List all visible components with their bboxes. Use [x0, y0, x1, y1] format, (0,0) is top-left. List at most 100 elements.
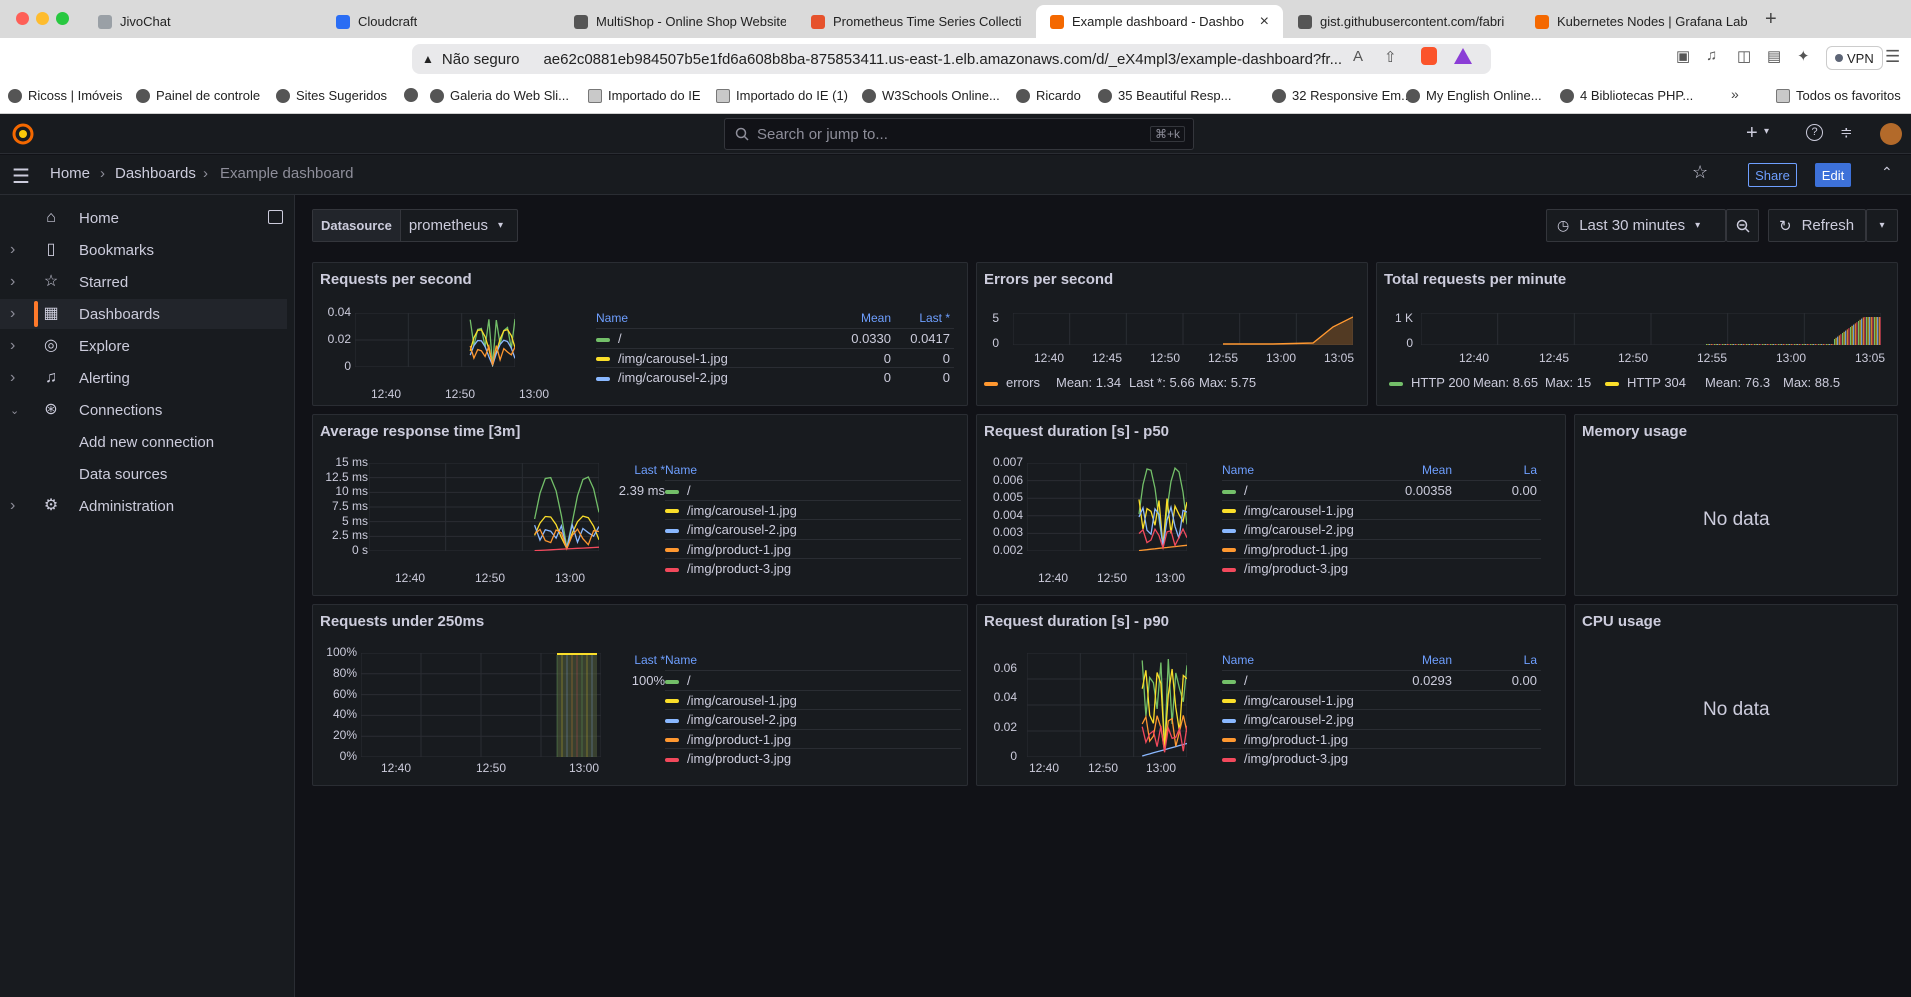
zoom-out-button[interactable] [1726, 209, 1759, 242]
browser-tab[interactable]: gist.githubusercontent.com/fabri [1284, 5, 1524, 38]
share-button[interactable]: Share [1748, 163, 1797, 187]
time-picker[interactable]: ◷ Last 30 minutes ▾ [1546, 209, 1726, 242]
legend-header[interactable]: La [1477, 653, 1537, 667]
sidebar-item-connections[interactable]: ⌄ ⊛ Connections [0, 395, 287, 425]
extensions-icon[interactable]: ▣ [1676, 47, 1690, 65]
edit-button[interactable]: Edit [1815, 163, 1851, 187]
legend-series[interactable]: /img/carousel-2.jpg [665, 522, 797, 537]
legend-series[interactable]: /img/carousel-1.jpg [1222, 693, 1354, 708]
legend-series[interactable]: /img/product-1.jpg [1222, 542, 1348, 557]
legend-series[interactable]: /img/product-1.jpg [1222, 732, 1348, 747]
legend-series[interactable]: /img/product-1.jpg [665, 542, 791, 557]
chevron-right-icon[interactable]: › [10, 305, 15, 323]
legend-header[interactable]: Mean [831, 311, 891, 325]
vpn-button[interactable]: VPN [1826, 46, 1883, 70]
panel-avg[interactable]: Average response time [3m] 15 ms 12.5 ms 10… [312, 414, 968, 596]
avatar[interactable] [1880, 123, 1902, 145]
legend-series[interactable]: HTTP 200 [1389, 375, 1470, 390]
maximize-window-button[interactable] [56, 12, 69, 25]
legend-series[interactable]: /img/product-3.jpg [1222, 751, 1348, 766]
legend-series[interactable]: /img/carousel-2.jpg [665, 712, 797, 727]
chevron-down-icon[interactable]: ▾ [1764, 126, 1769, 137]
legend-header[interactable]: Last * [605, 653, 665, 667]
legend-series[interactable]: /img/carousel-2.jpg [1222, 522, 1354, 537]
sidebar-item-bookmarks[interactable]: › ▯ Bookmarks [0, 235, 287, 265]
panel-cpu[interactable]: CPU usage No data [1574, 604, 1898, 786]
panel-rps[interactable]: Requests per second 0.04 0.02 0 12:40 12:50 13… [312, 262, 968, 406]
legend-header[interactable]: Name [1222, 653, 1254, 667]
browser-tab[interactable]: Kubernetes Nodes | Grafana Labs [1521, 5, 1761, 38]
bookmark-item[interactable]: Importado do IE [588, 88, 701, 103]
legend-header[interactable]: Name [596, 311, 628, 325]
bookmark-item[interactable]: 4 Bibliotecas PHP... [1560, 88, 1693, 103]
legend-series[interactable]: /img/carousel-1.jpg [665, 693, 797, 708]
datasource-select[interactable]: prometheus ▾ [401, 210, 503, 241]
url-field[interactable]: ▲ Não seguro ae62c0881eb984507b5e1fd6a60… [412, 44, 1491, 74]
refresh-interval-picker[interactable]: ▾ [1866, 209, 1898, 242]
brave-shield-icon[interactable] [1421, 47, 1437, 65]
translate-icon[interactable]: A [1353, 48, 1363, 65]
legend-series[interactable]: /img/product-1.jpg [665, 732, 791, 747]
sidebar-item-data-sources[interactable]: Data sources [0, 459, 287, 489]
browser-tab[interactable]: JivoChat [84, 5, 324, 38]
more-bookmarks-chevron-icon[interactable]: » [1731, 86, 1739, 102]
bookmark-item[interactable]: 35 Beautiful Resp... [1098, 88, 1231, 103]
legend-series[interactable]: HTTP 304 [1605, 375, 1686, 390]
bookmark-item[interactable]: Painel de controle [136, 88, 260, 103]
legend-series[interactable]: /img/carousel-1.jpg [596, 351, 728, 366]
bookmark-item[interactable]: Importado do IE (1) [716, 88, 848, 103]
bookmark-item[interactable]: W3Schools Online... [862, 88, 1000, 103]
mark-favorite-star-icon[interactable]: ☆ [1692, 162, 1708, 183]
share-page-icon[interactable]: ⇧ [1384, 48, 1397, 66]
sidebar-item-home[interactable]: ⌂ Home [0, 203, 287, 233]
sidebar-item-add-new-connection[interactable]: Add new connection [0, 427, 287, 457]
legend-header[interactable]: Name [1222, 463, 1254, 477]
chevron-right-icon[interactable]: › [10, 337, 15, 355]
legend-header[interactable]: Last * [890, 311, 950, 325]
legend-series[interactable]: /img/carousel-1.jpg [665, 503, 797, 518]
collapse-chevron-up-icon[interactable]: ⌃ [1881, 164, 1893, 181]
bookmark-item[interactable]: My English Online... [1406, 88, 1542, 103]
sidebar-item-explore[interactable]: › ◎ Explore [0, 331, 287, 361]
legend-series[interactable]: /img/product-3.jpg [665, 561, 791, 576]
chevron-right-icon[interactable]: › [10, 497, 15, 515]
legend-header[interactable]: Last * [605, 463, 665, 477]
menu-toggle-icon[interactable]: ☰ [12, 164, 30, 189]
browser-tab[interactable]: Prometheus Time Series Collecti [797, 5, 1037, 38]
bookmark-item[interactable]: 32 Responsive Em... [1272, 88, 1412, 103]
sidebar-item-dashboards[interactable]: › ▦ Dashboards [0, 299, 287, 329]
sidebar-toggle-icon[interactable]: ◫ [1737, 47, 1751, 65]
bookmark-item[interactable]: Todos os favoritos [1776, 88, 1901, 103]
panel-trpm[interactable]: Total requests per minute 1 K 0 12:40 12:45 1… [1376, 262, 1898, 406]
browser-tab[interactable]: MultiShop - Online Shop Website [560, 5, 800, 38]
minimize-window-button[interactable] [36, 12, 49, 25]
leo-ai-icon[interactable]: ✦ [1797, 47, 1810, 65]
legend-header[interactable]: Name [665, 463, 697, 477]
legend-series[interactable]: errors [984, 375, 1040, 390]
legend-series[interactable]: / [1222, 483, 1248, 498]
bookmark-item[interactable]: Sites Sugeridos [276, 88, 387, 103]
browser-tab[interactable]: Example dashboard - Dashbo × [1036, 5, 1283, 38]
breadcrumb-dashboards[interactable]: Dashboards [115, 165, 196, 182]
legend-series[interactable]: / [665, 483, 691, 498]
menu-icon[interactable]: ☰ [1885, 47, 1900, 67]
legend-series[interactable]: / [665, 673, 691, 688]
legend-header[interactable]: Mean [1392, 463, 1452, 477]
legend-series[interactable]: /img/carousel-2.jpg [596, 370, 728, 385]
legend-header[interactable]: Name [665, 653, 697, 667]
legend-header[interactable]: Mean [1392, 653, 1452, 667]
legend-header[interactable]: La [1477, 463, 1537, 477]
legend-series[interactable]: /img/carousel-1.jpg [1222, 503, 1354, 518]
sidebar-item-starred[interactable]: › ☆ Starred [0, 267, 287, 297]
chevron-right-icon[interactable]: › [10, 241, 15, 259]
close-tab-icon[interactable]: × [1260, 13, 1269, 31]
wallet-icon[interactable]: ▤ [1767, 47, 1781, 65]
bookmark-item[interactable]: Galeria do Web Sli... [430, 88, 569, 103]
bookmark-item[interactable] [404, 88, 424, 102]
panel-mem[interactable]: Memory usage No data [1574, 414, 1898, 596]
legend-series[interactable]: / [1222, 673, 1248, 688]
panel-under[interactable]: Requests under 250ms 100% 80% 60% 40% 20% 0% 12… [312, 604, 968, 786]
close-window-button[interactable] [16, 12, 29, 25]
chevron-right-icon[interactable]: › [10, 369, 15, 387]
legend-series[interactable]: /img/product-3.jpg [1222, 561, 1348, 576]
